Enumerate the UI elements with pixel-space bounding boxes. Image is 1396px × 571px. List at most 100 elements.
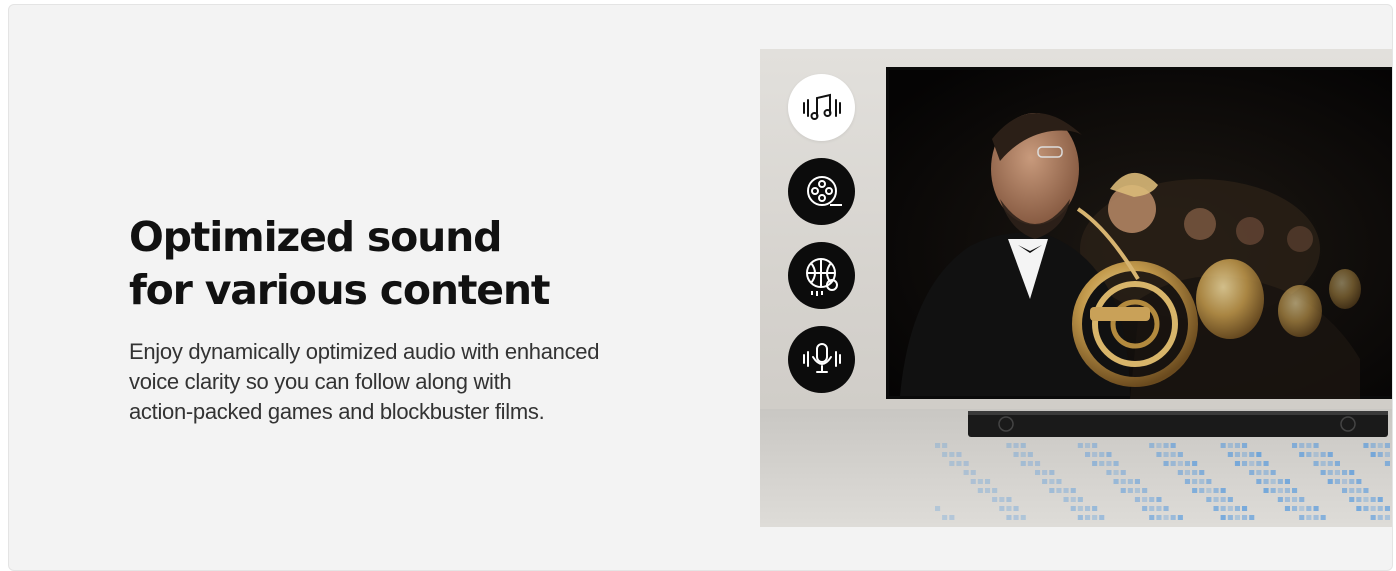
equalizer-tile xyxy=(1192,479,1198,484)
equalizer-tile xyxy=(1006,506,1012,511)
equalizer-tile xyxy=(1313,443,1319,448)
equalizer-tile xyxy=(970,479,976,484)
equalizer-tile xyxy=(1092,461,1098,466)
equalizer-tile xyxy=(992,488,998,493)
equalizer-tile xyxy=(1227,443,1233,448)
equalizer-tile xyxy=(1006,443,1012,448)
equalizer-tile xyxy=(1306,515,1312,520)
equalizer-tile xyxy=(1149,443,1155,448)
equalizer-tile xyxy=(1020,443,1026,448)
body-line-2: voice clarity so you can follow along wi… xyxy=(129,369,512,394)
body-line-3: action-packed games and blockbuster film… xyxy=(129,399,545,424)
equalizer-tile xyxy=(1092,452,1098,457)
soundbar xyxy=(968,411,1388,437)
equalizer-tile xyxy=(956,461,962,466)
equalizer-tile xyxy=(1363,506,1369,511)
equalizer-tile xyxy=(1327,479,1333,484)
equalizer-tile xyxy=(1085,452,1091,457)
equalizer-tile xyxy=(1020,452,1026,457)
equalizer-tile xyxy=(1377,452,1383,457)
equalizer-tile xyxy=(1370,497,1376,502)
equalizer-tile xyxy=(1020,461,1026,466)
equalizer-tile xyxy=(1099,515,1105,520)
equalizer-tile xyxy=(1242,452,1248,457)
equalizer-tile xyxy=(1334,461,1340,466)
equalizer-tile xyxy=(985,488,991,493)
mode-button-voice[interactable] xyxy=(788,326,855,393)
equalizer-tile xyxy=(1263,461,1269,466)
equalizer-tile xyxy=(1070,488,1076,493)
equalizer-tile xyxy=(1299,515,1305,520)
body-line-1: Enjoy dynamically optimized audio with e… xyxy=(129,339,600,364)
mode-button-music[interactable] xyxy=(788,74,855,141)
equalizer-tile xyxy=(1356,479,1362,484)
equalizer-tile xyxy=(1234,506,1240,511)
mode-button-sports[interactable] xyxy=(788,242,855,309)
equalizer-tile xyxy=(1356,497,1362,502)
equalizer-tile xyxy=(1120,479,1126,484)
equalizer-tile xyxy=(1356,488,1362,493)
equalizer-tile xyxy=(1213,497,1219,502)
equalizer-tile xyxy=(1213,488,1219,493)
equalizer-tile xyxy=(1234,515,1240,520)
equalizer-tile xyxy=(1384,452,1390,457)
equalizer-tile xyxy=(1220,488,1226,493)
equalizer-tile xyxy=(956,452,962,457)
equalizer-tile xyxy=(1342,470,1348,475)
equalizer-tile xyxy=(1142,488,1148,493)
equalizer-tile xyxy=(1349,479,1355,484)
equalizer-tile xyxy=(1292,506,1298,511)
equalizer-tile xyxy=(1134,488,1140,493)
equalizer-tile xyxy=(1177,452,1183,457)
equalizer-tile xyxy=(1227,497,1233,502)
equalizer-tile xyxy=(1327,470,1333,475)
equalizer-tile xyxy=(1163,506,1169,511)
equalizer-tile xyxy=(1299,506,1305,511)
equalizer-tile xyxy=(1242,506,1248,511)
equalizer-tile xyxy=(1227,452,1233,457)
equalizer-tile xyxy=(1113,461,1119,466)
equalizer-tile xyxy=(1313,506,1319,511)
equalizer-tile xyxy=(1234,443,1240,448)
equalizer-tile xyxy=(1035,461,1041,466)
equalizer-tile xyxy=(1077,506,1083,511)
equalizer-tile xyxy=(1106,461,1112,466)
film-reel-icon xyxy=(806,175,842,206)
equalizer-tile xyxy=(1370,443,1376,448)
equalizer-tile xyxy=(1149,506,1155,511)
equalizer-tile xyxy=(1092,515,1098,520)
equalizer-tile xyxy=(1184,479,1190,484)
equalizer-tile xyxy=(1234,452,1240,457)
equalizer-tile xyxy=(1220,497,1226,502)
equalizer-tile xyxy=(1156,515,1162,520)
equalizer-tile xyxy=(1156,443,1162,448)
mode-button-film[interactable] xyxy=(788,158,855,225)
equalizer-tile xyxy=(1206,488,1212,493)
equalizer-tile xyxy=(1134,479,1140,484)
equalizer-tile xyxy=(1284,479,1290,484)
equalizer-tile xyxy=(1256,452,1262,457)
equalizer-tile xyxy=(1227,506,1233,511)
basketball-icon xyxy=(805,257,838,296)
equalizer-tile xyxy=(1349,488,1355,493)
equalizer-tile xyxy=(1163,461,1169,466)
equalizer-tile xyxy=(1249,470,1255,475)
equalizer-tile xyxy=(1327,461,1333,466)
equalizer-tile xyxy=(1013,506,1019,511)
equalizer-tile xyxy=(1249,515,1255,520)
equalizer-tile xyxy=(1192,488,1198,493)
equalizer-tile xyxy=(1320,452,1326,457)
equalizer-tile xyxy=(1099,452,1105,457)
product-visual xyxy=(760,49,1392,527)
equalizer-tile xyxy=(1292,488,1298,493)
equalizer-tile xyxy=(1320,470,1326,475)
equalizer-tile xyxy=(1220,515,1226,520)
equalizer-tile xyxy=(1056,479,1062,484)
equalizer-tile xyxy=(1313,515,1319,520)
equalizer-tile xyxy=(935,506,941,511)
equalizer-tile xyxy=(1242,461,1248,466)
music-icon xyxy=(802,93,841,120)
equalizer-tile xyxy=(1013,443,1019,448)
equalizer-tile xyxy=(1013,452,1019,457)
equalizer-tile xyxy=(1042,479,1048,484)
